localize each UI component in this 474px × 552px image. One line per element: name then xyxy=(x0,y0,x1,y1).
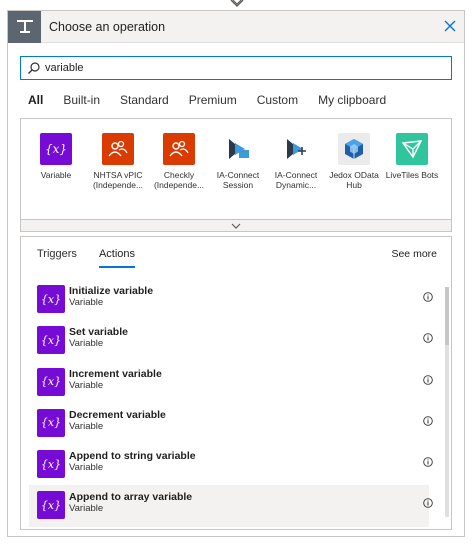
ia-connect-session-icon xyxy=(222,133,254,165)
tab-triggers[interactable]: Triggers xyxy=(37,248,77,260)
variable-icon: {x} xyxy=(37,408,65,437)
info-icon[interactable] xyxy=(423,333,433,344)
variable-icon: {x} xyxy=(40,133,72,165)
tab-all[interactable]: All xyxy=(28,93,44,121)
scrollbar-thumb[interactable] xyxy=(445,287,449,345)
tab-custom[interactable]: Custom xyxy=(257,93,298,115)
tab-premium[interactable]: Premium xyxy=(189,93,237,115)
ia-connect-dynamic-icon xyxy=(280,133,312,165)
info-icon[interactable] xyxy=(423,374,433,385)
action-increment-variable[interactable]: {x} Increment variable Variable xyxy=(29,362,433,403)
search-input[interactable] xyxy=(45,59,445,77)
tab-my-clipboard[interactable]: My clipboard xyxy=(318,93,386,115)
connector-nhtsa-vpic[interactable]: NHTSA vPIC (Independe... xyxy=(87,133,149,190)
close-icon[interactable] xyxy=(442,18,458,34)
action-append-to-string-variable[interactable]: {x} Append to string variable Variable xyxy=(29,444,433,485)
actions-pane: Triggers Actions See more {x} Initialize… xyxy=(20,236,452,530)
variable-icon: {x} xyxy=(37,450,65,479)
page-title: Choose an operation xyxy=(49,20,166,34)
action-set-variable[interactable]: {x} Set variable Variable xyxy=(29,320,433,361)
variable-icon: {x} xyxy=(37,367,65,396)
tab-actions[interactable]: Actions xyxy=(98,248,136,268)
tab-standard[interactable]: Standard xyxy=(120,93,169,115)
variable-icon: {x} xyxy=(37,285,65,313)
info-icon[interactable] xyxy=(423,416,433,426)
panel-header: Choose an operation xyxy=(8,11,464,43)
info-icon[interactable] xyxy=(423,292,433,302)
jedox-cube-icon xyxy=(338,133,370,165)
connector-jedox-odata-hub[interactable]: Jedox OData Hub xyxy=(323,133,385,190)
connector-variable[interactable]: {x} Variable xyxy=(25,133,87,180)
search-box xyxy=(20,56,452,80)
people-icon xyxy=(163,133,195,165)
connector-ia-connect-session[interactable]: IA-Connect Session xyxy=(207,133,269,190)
action-append-to-array-variable[interactable]: {x} Append to array variable Variable xyxy=(29,485,433,527)
info-icon[interactable] xyxy=(423,498,433,509)
flow-arrow-icon xyxy=(230,0,244,8)
variable-icon: {x} xyxy=(37,326,65,355)
action-decrement-variable[interactable]: {x} Decrement variable Variable xyxy=(29,403,433,444)
connector-filter-tabs: All Built-in Standard Premium Custom My … xyxy=(28,93,406,121)
connector-checkly[interactable]: Checkly (Independe... xyxy=(148,133,210,190)
variable-icon: {x} xyxy=(37,491,65,520)
chevron-down-icon xyxy=(231,223,241,229)
see-more-link[interactable]: See more xyxy=(391,248,437,260)
info-icon[interactable] xyxy=(423,457,433,467)
actions-scrollbar[interactable] xyxy=(445,287,449,517)
expand-connectors-button[interactable] xyxy=(20,220,452,232)
connector-gallery: {x} Variable NHTSA vPIC (Independe... Ch… xyxy=(20,118,452,220)
action-list: {x} Initialize variable Variable {x} Set… xyxy=(29,279,433,527)
tab-built-in[interactable]: Built-in xyxy=(63,93,100,115)
operation-picker-panel: Choose an operation All Built-in Standar… xyxy=(7,10,465,537)
connector-ia-connect-dynamic[interactable]: IA-Connect Dynamic... xyxy=(265,133,327,190)
action-initialize-variable[interactable]: {x} Initialize variable Variable xyxy=(29,279,433,320)
livetiles-icon xyxy=(396,133,428,165)
search-icon xyxy=(28,62,40,74)
trigger-action-tabs: Triggers Actions xyxy=(37,248,157,268)
operation-icon xyxy=(8,11,41,43)
people-icon xyxy=(102,133,134,165)
connector-livetiles-bots[interactable]: LiveTiles Bots xyxy=(381,133,443,180)
